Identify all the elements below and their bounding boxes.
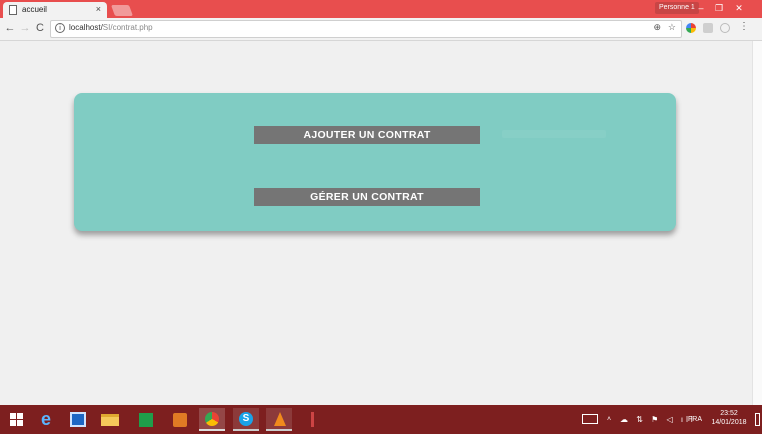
vlc-icon[interactable] [266,408,292,431]
bookmark-star-icon[interactable]: ☆ [668,22,676,33]
faint-overlay [502,130,606,138]
internet-explorer-icon[interactable]: e [33,408,59,431]
notification-icon[interactable] [755,413,760,426]
contract-panel: AJOUTER UN CONTRAT GÉRER UN CONTRAT [74,93,676,231]
media-player-icon[interactable] [167,408,193,431]
tray-up-arrow-icon[interactable]: ˄ [607,405,611,434]
chrome-icon[interactable] [199,408,225,431]
skype-icon[interactable]: S [233,408,259,431]
info-icon[interactable]: i [55,23,65,33]
new-tab-button[interactable] [110,5,134,16]
browser-menu-icon[interactable]: ⋮ [739,21,749,32]
start-icon[interactable] [4,408,30,431]
maximize-icon[interactable]: ❐ [711,1,727,15]
forward-arrow-icon[interactable]: → [18,21,32,35]
file-explorer-icon[interactable] [97,408,123,431]
browser-titlebar: accueil × Personne 1 – ❐ ✕ [0,0,762,18]
add-contract-button[interactable]: AJOUTER UN CONTRAT [254,126,480,144]
close-window-icon[interactable]: ✕ [731,1,747,15]
address-bar[interactable]: i localhost/SI/contrat.php ⊕ ☆ [50,20,682,38]
page-scrollbar[interactable] [752,41,762,405]
url-host: localhost/ [69,23,103,32]
url-text[interactable]: localhost/SI/contrat.php [69,23,153,32]
tab-accueil[interactable]: accueil × [3,2,107,18]
browser-toolbar: ← → C i localhost/SI/contrat.php ⊕ ☆ ⋮ [0,18,762,41]
page-icon [9,5,17,15]
tab-title: accueil [22,5,47,14]
extension-icon[interactable] [703,23,713,33]
windows-taskbar: e S ˄ ☁ ⇅ ⚑ ◁ ıll FRA 23:52 14/01/2018 [0,405,762,434]
manage-contract-button[interactable]: GÉRER UN CONTRAT [254,188,480,206]
teamviewer-icon[interactable] [65,408,91,431]
page-content: AJOUTER UN CONTRAT GÉRER UN CONTRAT [0,41,752,405]
reload-icon[interactable]: C [33,21,47,35]
misc-app-icon[interactable] [300,408,326,431]
chrome-extension-icon[interactable] [686,23,696,33]
clock-date: 14/01/2018 [711,419,747,426]
system-clock[interactable]: 23:52 14/01/2018 [706,409,752,427]
extension-outline-icon[interactable] [720,23,730,33]
tray-status-icons[interactable]: ☁ ⇅ ⚑ ◁ ıll [620,405,696,434]
minimize-icon[interactable]: – [693,1,709,15]
back-arrow-icon[interactable]: ← [3,21,17,35]
zoom-icon[interactable]: ⊕ [653,22,661,33]
tab-close-icon[interactable]: × [96,4,101,14]
clock-time: 23:52 [720,410,738,417]
language-indicator[interactable]: FRA [688,405,702,434]
url-path: SI/contrat.php [102,23,153,32]
store-icon[interactable] [133,408,159,431]
